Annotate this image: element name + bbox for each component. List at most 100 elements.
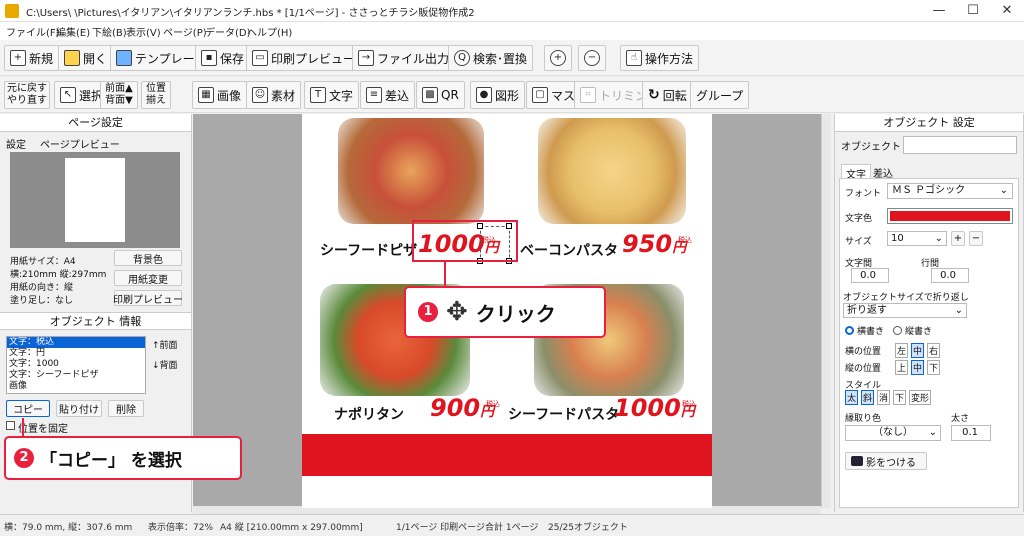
item1-name[interactable]: シーフードピザ bbox=[320, 240, 417, 260]
item2-name[interactable]: ベーコンパスタ bbox=[520, 240, 618, 260]
style-italic[interactable]: 斜 bbox=[861, 390, 875, 405]
tab-page-preview[interactable]: ページプレビュー bbox=[40, 136, 120, 151]
item4-price[interactable]: 1000 bbox=[614, 394, 681, 422]
char-spacing-input[interactable]: 0.0 bbox=[851, 268, 889, 283]
pizza-photo[interactable] bbox=[338, 118, 484, 224]
vertical-radio[interactable] bbox=[893, 326, 902, 335]
zoom-in-icon: + bbox=[550, 50, 566, 66]
item2-tax[interactable]: 税込 bbox=[678, 235, 692, 245]
list-item[interactable]: 文字：シーフードピザ bbox=[7, 370, 145, 381]
move-front-button[interactable]: ↑前面 bbox=[152, 338, 178, 351]
image-button[interactable]: ▦ 画像 bbox=[192, 81, 248, 109]
list-item[interactable]: 文字：円 bbox=[7, 348, 145, 359]
page-print-preview-button[interactable]: 印刷プレビュー bbox=[113, 290, 183, 306]
chevron-down-icon: ⌄ bbox=[934, 233, 943, 244]
zoom-out-button[interactable]: − bbox=[578, 45, 606, 71]
style-underline[interactable]: 下 bbox=[893, 390, 907, 405]
object-name-input[interactable] bbox=[903, 136, 1017, 154]
size-decrease-button[interactable]: − bbox=[969, 231, 983, 246]
style-bold[interactable]: 太 bbox=[845, 390, 859, 405]
item3-price-group[interactable]: 900円 bbox=[430, 394, 494, 422]
line-spacing-input[interactable]: 0.0 bbox=[931, 268, 969, 283]
minimize-button[interactable]: — bbox=[924, 2, 954, 20]
horizontal-label: 横書き bbox=[857, 327, 885, 337]
style-strike[interactable]: 消 bbox=[877, 390, 891, 405]
new-button[interactable]: + 新規 bbox=[4, 45, 60, 71]
bacon-pasta-photo[interactable] bbox=[538, 118, 686, 224]
red-footer-band[interactable] bbox=[302, 434, 712, 476]
v-pos-bottom[interactable]: 下 bbox=[927, 360, 941, 375]
zoom-in-button[interactable]: + bbox=[544, 45, 572, 71]
layer-order-button[interactable]: 前面▲ 背面▼ bbox=[100, 81, 138, 109]
undo-redo-button[interactable]: 元に戻す やり直す bbox=[4, 81, 50, 109]
menu-data[interactable]: データ(D) bbox=[205, 24, 251, 39]
item4-tax[interactable]: 税込 bbox=[682, 399, 696, 409]
menu-bar: ファイル(F) 編集(E) 下絵(B) 表示(V) ページ(P) データ(D) … bbox=[0, 22, 1024, 40]
copy-button[interactable]: コピー bbox=[6, 400, 50, 417]
align-button[interactable]: 位置 揃え bbox=[141, 81, 171, 109]
h-pos-left[interactable]: 左 bbox=[895, 343, 909, 358]
shadow-button[interactable]: 影をつける bbox=[845, 452, 927, 470]
item2-price[interactable]: 950 bbox=[622, 230, 672, 258]
menu-help[interactable]: ヘルプ(H) bbox=[247, 24, 292, 39]
list-item[interactable]: 文字：税込 bbox=[7, 337, 145, 348]
menu-edit[interactable]: 編集(E) bbox=[56, 24, 90, 39]
item2-price-group[interactable]: 950円 bbox=[622, 230, 686, 258]
h-pos-center[interactable]: 中 bbox=[911, 343, 925, 358]
close-button[interactable]: ✕ bbox=[992, 2, 1022, 20]
right-panel: オブジェクト 設定 オブジェクト 名 文字 差込 フォント ＭＳ Ｐゴシック ⌄ … bbox=[834, 114, 1024, 512]
v-pos-middle[interactable]: 中 bbox=[911, 360, 925, 375]
list-item[interactable]: 文字：1000 bbox=[7, 359, 145, 370]
rotate-button[interactable]: ↻ 回転 bbox=[642, 81, 693, 109]
style-transform[interactable]: 変形 bbox=[909, 390, 932, 405]
save-button[interactable]: ▪ 保存 bbox=[195, 45, 251, 71]
text-button[interactable]: T 文字 bbox=[304, 81, 360, 109]
howto-button[interactable]: ☝ 操作方法 bbox=[620, 45, 700, 71]
arrow-cursor-icon: ↖ bbox=[60, 87, 76, 103]
item3-name[interactable]: ナポリタン bbox=[334, 404, 404, 424]
qr-button[interactable]: ▩ QR bbox=[416, 81, 465, 109]
object-list[interactable]: 文字：税込 文字：円 文字：1000 文字：シーフードピザ 画像 bbox=[6, 336, 146, 394]
background-color-button[interactable]: 背景色 bbox=[114, 250, 182, 266]
outline-color-select[interactable]: （なし） ⌄ bbox=[845, 425, 941, 441]
horizontal-radio[interactable] bbox=[845, 326, 854, 335]
text-color-picker[interactable] bbox=[887, 208, 1013, 224]
maximize-button[interactable]: ☐ bbox=[958, 2, 988, 20]
page-thumbnail-area bbox=[10, 152, 180, 248]
merge-button[interactable]: ≡ 差込 bbox=[360, 81, 416, 109]
item3-price[interactable]: 900 bbox=[430, 394, 480, 422]
page-settings-header: ページ設定 bbox=[0, 114, 191, 132]
item4-name[interactable]: シーフードパスタ bbox=[508, 404, 619, 424]
menu-file[interactable]: ファイル(F) bbox=[6, 24, 60, 39]
material-button[interactable]: ☺ 素材 bbox=[246, 81, 302, 109]
vertical-scrollbar[interactable] bbox=[821, 114, 831, 508]
h-pos-label: 横の位置 bbox=[845, 347, 882, 357]
v-pos-top[interactable]: 上 bbox=[895, 360, 909, 375]
v-pos-label: 縦の位置 bbox=[845, 364, 882, 374]
size-select[interactable]: 10 ⌄ bbox=[887, 231, 947, 246]
thickness-input[interactable]: 0.1 bbox=[951, 425, 991, 441]
tab-settings[interactable]: 設定 bbox=[6, 136, 26, 151]
print-preview-button[interactable]: ▭ 印刷プレビュー bbox=[246, 45, 362, 71]
menu-page[interactable]: ページ(P) bbox=[163, 24, 207, 39]
paper-change-button[interactable]: 用紙変更 bbox=[114, 270, 182, 286]
fix-position-checkbox[interactable] bbox=[6, 421, 15, 430]
paste-button[interactable]: 貼り付け bbox=[56, 400, 102, 417]
font-select[interactable]: ＭＳ Ｐゴシック ⌄ bbox=[887, 183, 1013, 199]
size-increase-button[interactable]: + bbox=[951, 231, 965, 246]
delete-button[interactable]: 削除 bbox=[108, 400, 144, 417]
open-button[interactable]: 開く bbox=[58, 45, 114, 71]
list-item[interactable]: 画像 bbox=[7, 381, 145, 392]
item3-tax[interactable]: 税込 bbox=[486, 399, 500, 409]
search-replace-button[interactable]: Q 検索･置換 bbox=[448, 45, 534, 71]
file-output-button[interactable]: → ファイル出力 bbox=[352, 45, 456, 71]
group-button[interactable]: グループ bbox=[690, 81, 750, 109]
menu-underlay[interactable]: 下絵(B) bbox=[92, 24, 127, 39]
vertical-label: 縦書き bbox=[905, 327, 933, 337]
qr-code-icon: ▩ bbox=[422, 87, 438, 103]
wrap-select[interactable]: 折り返す ⌄ bbox=[843, 303, 967, 318]
h-pos-right[interactable]: 右 bbox=[927, 343, 941, 358]
menu-view[interactable]: 表示(V) bbox=[126, 24, 161, 39]
move-back-button[interactable]: ↓背面 bbox=[152, 358, 178, 371]
shape-button[interactable]: ● 図形 bbox=[470, 81, 526, 109]
